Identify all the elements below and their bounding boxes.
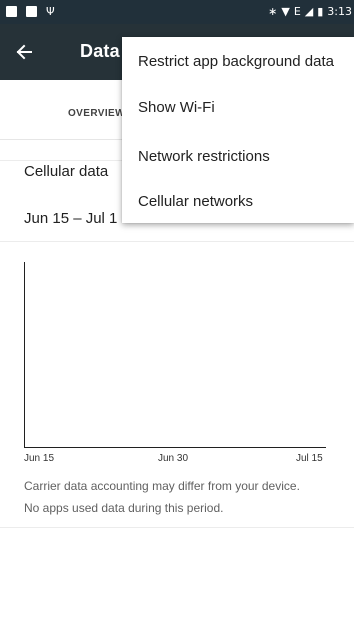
chart-x-axis xyxy=(24,447,326,448)
arrow-left-icon xyxy=(16,44,32,60)
page-title: Data xyxy=(80,41,120,61)
signal-icon: ◢ xyxy=(304,5,314,18)
chart-tick-label: Jun 15 xyxy=(24,453,55,464)
wifi-icon: ▼ xyxy=(281,5,290,18)
carrier-note: Carrier data accounting may differ from … xyxy=(24,479,300,493)
notification-icon xyxy=(26,6,37,17)
status-bar: Ψ ∗ ▼ E ◢ ▮ 3:13 xyxy=(0,0,354,24)
menu-item-restrict-background[interactable]: Restrict app background data xyxy=(138,53,334,70)
date-range-label: Jun 15 – Jul 1 xyxy=(24,210,118,227)
chart-y-axis xyxy=(24,262,25,448)
bluetooth-icon: ∗ xyxy=(268,5,278,18)
usage-chart xyxy=(24,262,326,448)
status-bar-left: Ψ xyxy=(6,5,55,18)
chart-tick-label: Jul 15 xyxy=(296,453,323,464)
no-usage-note: No apps used data during this period. xyxy=(24,501,224,515)
back-button[interactable] xyxy=(10,38,38,66)
clock: 3:13 xyxy=(327,5,352,18)
menu-item-show-wifi[interactable]: Show Wi-Fi xyxy=(138,99,215,116)
status-bar-right: ∗ ▼ E ◢ ▮ 3:13 xyxy=(268,5,352,18)
image-icon xyxy=(6,6,17,17)
network-type: E xyxy=(293,5,301,18)
usb-icon: Ψ xyxy=(46,5,55,18)
divider xyxy=(0,527,354,528)
cellular-data-label: Cellular data xyxy=(24,163,109,180)
tab-overview[interactable]: OVERVIEW xyxy=(68,108,125,119)
battery-icon: ▮ xyxy=(317,5,324,18)
overflow-menu: Restrict app background data Show Wi-Fi … xyxy=(122,37,354,223)
menu-item-network-restrictions[interactable]: Network restrictions xyxy=(138,148,270,165)
menu-item-cellular-networks[interactable]: Cellular networks xyxy=(138,193,253,210)
chart-tick-label: Jun 30 xyxy=(158,453,189,464)
